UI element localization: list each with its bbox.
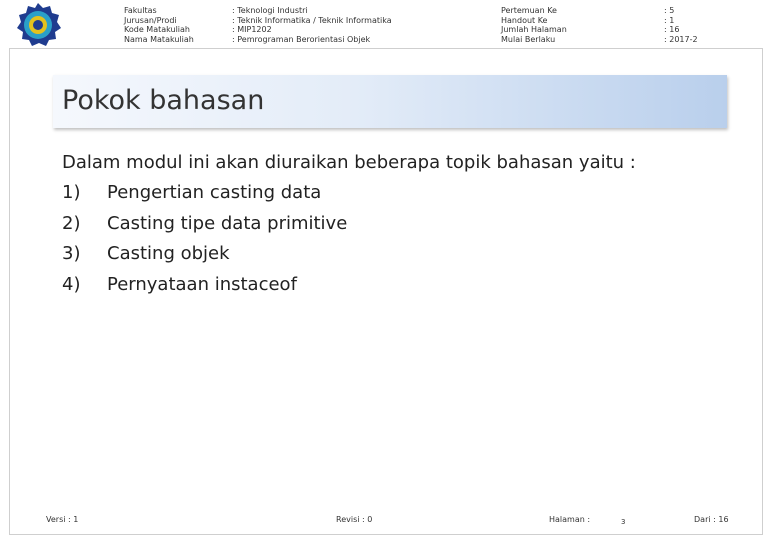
list-number: 1)	[62, 182, 81, 203]
header-label: Jurusan/Prodi	[124, 15, 177, 25]
header-value: : Pemrograman Berorientasi Objek	[232, 34, 371, 44]
header-labels-left: Fakultas Jurusan/Prodi Kode Matakuliah N…	[124, 6, 194, 44]
header-values-left: : Teknologi Industri : Teknik Informatik…	[232, 6, 392, 44]
header-labels-right: Pertemuan Ke Handout Ke Jumlah Halaman M…	[501, 6, 567, 44]
list-number: 3)	[62, 243, 81, 264]
header-label: Pertemuan Ke	[501, 6, 557, 15]
header-values-right: : 5 : 1 : 16 : 2017-2	[664, 6, 698, 44]
header-value: : Teknologi Industri	[232, 6, 308, 15]
header-label: Nama Matakuliah	[124, 34, 194, 44]
header-value: : MIP1202	[232, 25, 272, 35]
list-item: 4) Pernyataan instaceof	[62, 270, 636, 301]
header-label: Kode Matakuliah	[124, 25, 191, 35]
footer-revision: Revisi : 0	[336, 515, 373, 524]
list-item: 1) Pengertian casting data	[62, 178, 636, 209]
header-label: Handout Ke	[501, 15, 548, 25]
footer-page-label: Halaman :	[549, 515, 591, 524]
header-label: Jumlah Halaman	[501, 25, 567, 35]
list-number: 2)	[62, 212, 81, 234]
list-text: Pengertian casting data	[107, 182, 322, 203]
header-value: : 16	[664, 25, 680, 35]
list-number: 4)	[62, 273, 81, 295]
section-title: Pokok bahasan	[62, 85, 265, 116]
university-seal-icon	[14, 2, 62, 48]
section-banner: Pokok bahasan	[53, 75, 727, 128]
list-text: Casting objek	[107, 243, 230, 264]
header-label: Fakultas	[124, 6, 157, 15]
list-item: 3) Casting objek	[62, 239, 636, 270]
intro-text: Dalam modul ini akan diuraikan beberapa …	[62, 152, 636, 173]
footer-page-number: 3	[621, 518, 626, 526]
footer-version: Versi : 1	[46, 515, 79, 524]
footer-page-total: Dari : 16	[694, 515, 729, 524]
list-text: Casting tipe data primitive	[107, 212, 348, 234]
list-item: 2) Casting tipe data primitive	[62, 209, 636, 240]
header-value: : 5	[664, 6, 675, 15]
header-value: : 1	[664, 15, 675, 25]
content-body: Dalam modul ini akan diuraikan beberapa …	[62, 148, 636, 300]
header-value: : Teknik Informatika / Teknik Informatik…	[232, 15, 392, 25]
header-value: : 2017-2	[664, 34, 698, 44]
header-label: Mulai Berlaku	[501, 34, 556, 44]
list-text: Pernyataan instaceof	[107, 273, 297, 295]
